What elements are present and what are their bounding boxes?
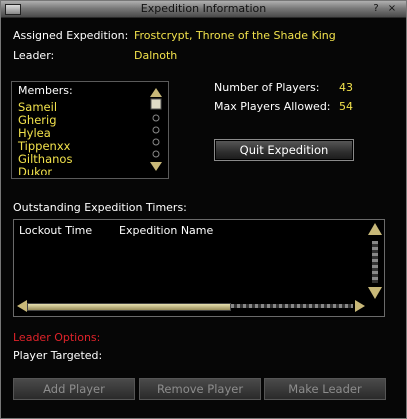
- scroll-up-arrow-icon[interactable]: [150, 88, 162, 97]
- remove-player-button[interactable]: Remove Player: [139, 378, 261, 400]
- scroll-up-arrow-icon[interactable]: [368, 223, 382, 235]
- list-item[interactable]: Gherig: [18, 113, 57, 127]
- help-button[interactable]: ?: [371, 3, 381, 14]
- list-item[interactable]: Sameil: [18, 100, 57, 114]
- leader-label: Leader:: [13, 49, 55, 62]
- hscroll-track[interactable]: [231, 304, 353, 308]
- players-label: Number of Players:: [214, 81, 320, 94]
- scroll-left-arrow-icon[interactable]: [17, 299, 27, 313]
- column-header-lockout[interactable]: Lockout Time: [19, 224, 92, 237]
- timers-hscrollbar[interactable]: [17, 299, 367, 313]
- leader-options-label: Leader Options:: [13, 331, 101, 344]
- expedition-window: Expedition Information ? × Assigned Expe…: [0, 0, 407, 419]
- members-label: Members:: [18, 84, 73, 97]
- leader-value: Dalnoth: [134, 49, 178, 62]
- scroll-right-arrow-icon[interactable]: [355, 299, 365, 313]
- members-scrollbar[interactable]: [150, 88, 162, 171]
- list-item[interactable]: Tippenxx: [18, 139, 70, 153]
- scroll-down-arrow-icon[interactable]: [150, 162, 162, 171]
- hscroll-thumb[interactable]: [27, 303, 231, 311]
- timers-vscroll-track[interactable]: [372, 241, 378, 283]
- timers-label: Outstanding Expedition Timers:: [13, 201, 187, 214]
- scroll-thumb[interactable]: [150, 98, 162, 110]
- assigned-expedition-value: Frostcrypt, Throne of the Shade King: [134, 29, 336, 42]
- title-bar[interactable]: Expedition Information ? ×: [1, 1, 406, 18]
- make-leader-button[interactable]: Make Leader: [264, 378, 386, 400]
- add-player-button[interactable]: Add Player: [13, 378, 135, 400]
- scrollbar-graphic: [150, 88, 162, 171]
- close-button[interactable]: ×: [387, 3, 397, 14]
- player-targeted-label: Player Targeted:: [13, 349, 103, 362]
- max-players-label: Max Players Allowed:: [214, 100, 331, 113]
- quit-expedition-button[interactable]: Quit Expedition: [214, 139, 354, 161]
- players-value: 43: [339, 81, 353, 94]
- scroll-down-arrow-icon[interactable]: [368, 287, 382, 299]
- column-header-expedition-name[interactable]: Expedition Name: [119, 224, 213, 237]
- window-title: Expedition Information: [140, 2, 267, 15]
- list-item[interactable]: Gilthanos: [18, 152, 72, 166]
- list-item[interactable]: Dukor: [18, 165, 52, 175]
- list-item[interactable]: Hylea: [18, 126, 51, 140]
- assigned-expedition-label: Assigned Expedition:: [13, 29, 129, 42]
- max-players-value: 54: [339, 100, 353, 113]
- members-list[interactable]: Members: Sameil Gherig Hylea Tippenxx Gi…: [11, 81, 169, 179]
